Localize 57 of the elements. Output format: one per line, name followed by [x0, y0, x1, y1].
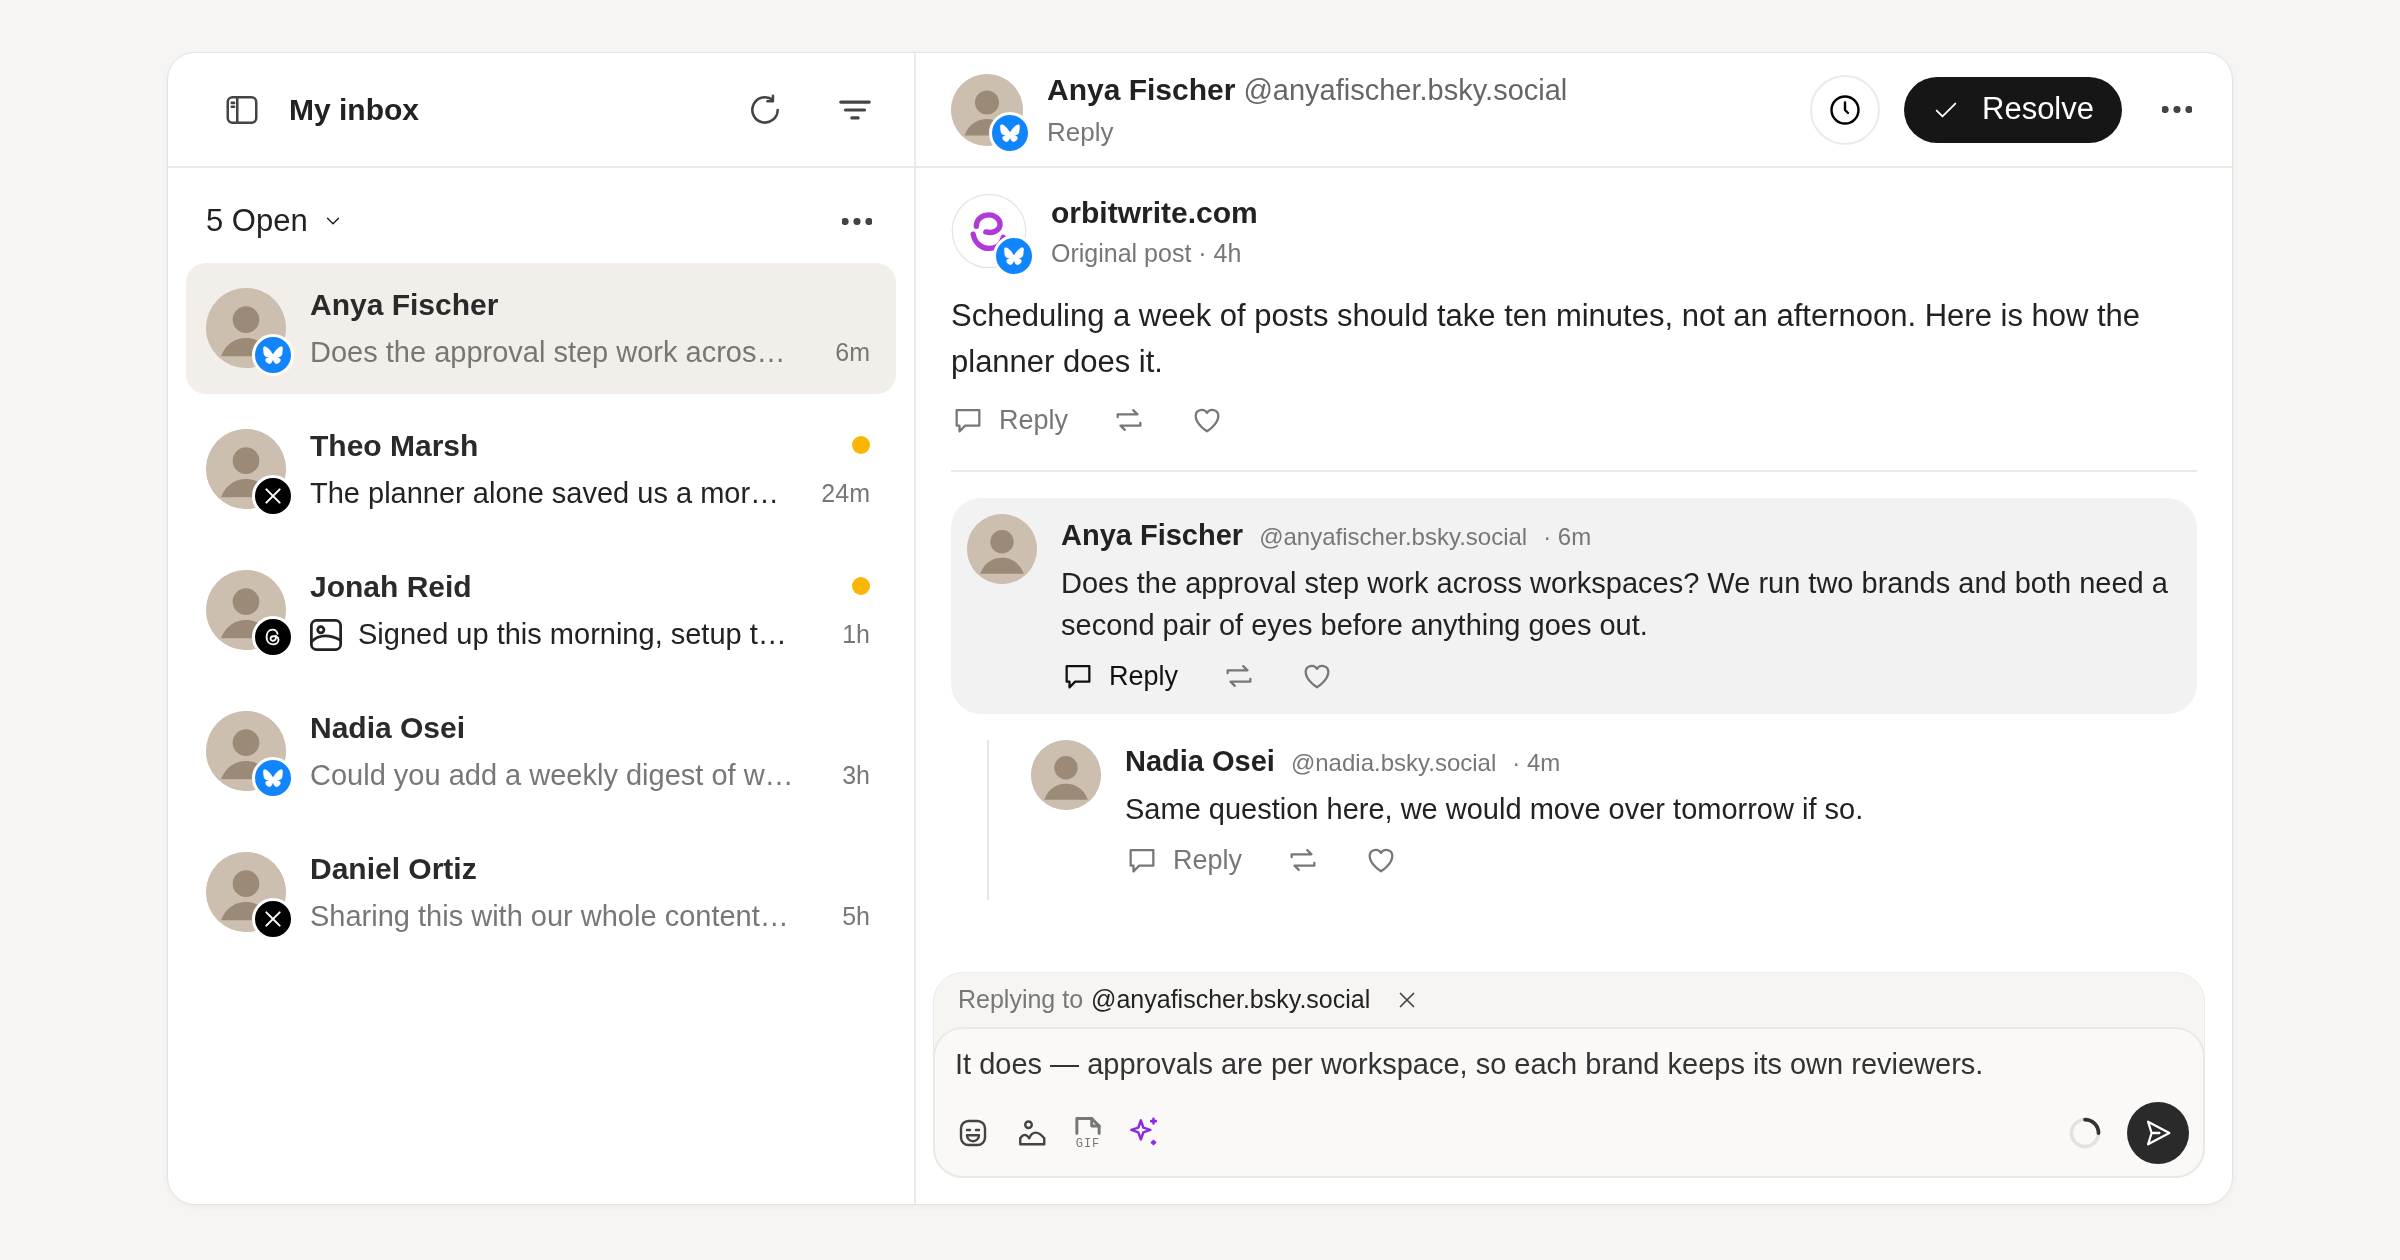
file-icon	[1075, 1116, 1101, 1136]
butterfly-icon	[261, 344, 285, 366]
replying-to-handle: @anyafischer.bsky.social	[1091, 984, 1371, 1015]
conversation-item[interactable]: Jonah Reid Signed up this morning, setup t… 1h	[186, 544, 896, 676]
commenter-handle: @anyafischer.bsky.social	[1259, 522, 1528, 552]
message-time: 3h	[842, 759, 870, 791]
x-logo-icon	[263, 909, 283, 929]
comment-text: Same question here, we would move over tomorrow if so.	[1125, 791, 1865, 827]
message-preview: Signed up this morning, setup t…	[358, 616, 788, 652]
message-preview: Does the approval step work acros…	[310, 334, 787, 370]
commenter-name: Anya Fischer	[1061, 518, 1244, 553]
butterfly-icon	[1002, 245, 1026, 268]
x-logo-icon	[263, 486, 283, 506]
butterfly-icon	[261, 767, 285, 789]
more-button[interactable]	[842, 217, 872, 225]
more-button[interactable]	[2162, 106, 2192, 113]
message-time: 24m	[821, 477, 870, 509]
comment-time: · 6m	[1543, 522, 1592, 552]
contact-name: Theo Marsh	[310, 427, 480, 464]
conversation-item[interactable]: Theo Marsh The planner alone saved us a mor… 24m	[186, 403, 896, 535]
author-name: orbitwrite.com	[1051, 195, 1258, 231]
post-text: Scheduling a week of posts should take ten minutes, not an afternoon. Here is how the planner does it.	[951, 296, 2142, 381]
conversation-item[interactable]: Nadia Osei Could you add a weekly digest of w… 3h	[186, 685, 896, 817]
contact-name: Nadia Osei	[310, 709, 467, 746]
message-time: 6m	[835, 336, 870, 368]
reply-input-field[interactable]: It does — approvals are per workspace, so each brand keeps its own reviewers. GIF	[933, 1026, 2205, 1178]
commenter-name: Nadia Osei	[1125, 744, 1275, 780]
status-filter-dropdown[interactable]: 5 Open	[206, 198, 344, 245]
message-preview: Could you add a weekly digest of w…	[310, 757, 795, 793]
message-time: 5h	[842, 900, 870, 932]
post-meta: Original post · 4h	[1051, 238, 1243, 269]
loading-spinner-icon	[2067, 1115, 2103, 1151]
conversation-item[interactable]: Daniel Ortiz Sharing this with our whole content… 5h	[186, 826, 896, 958]
reply-button[interactable]: Reply	[951, 399, 1069, 440]
contact-name: Daniel Ortiz	[310, 850, 478, 887]
reply-button[interactable]: Reply	[1125, 839, 1243, 881]
commenter-handle: @nadia.bsky.social	[1290, 748, 1497, 779]
contact-handle: @anyafischer.bsky.social	[1243, 73, 1568, 109]
gif-button[interactable]: GIF	[1075, 1116, 1101, 1150]
replying-to-label: Replying to	[958, 984, 1084, 1015]
reply-button[interactable]: Reply	[1061, 655, 1179, 697]
contact-name: Jonah Reid	[310, 568, 473, 605]
more-icon	[2162, 106, 2192, 113]
avatar	[1031, 740, 1101, 811]
resolve-button[interactable]: Resolve	[1904, 76, 2122, 143]
inbox-title: My inbox	[289, 92, 420, 128]
avatar	[967, 514, 1037, 584]
conversation-item[interactable]: Anya Fischer Does the approval step work acros… 6m	[186, 262, 896, 394]
comment-text: Does the approval step work across workspaces? We run two brands and both need a second pair of eyes before anything goes out.	[1061, 565, 2169, 643]
contact-name: Anya Fischer	[1047, 72, 1236, 109]
contact-name: Anya Fischer	[310, 286, 500, 323]
message-preview: Sharing this with our whole content…	[310, 898, 790, 934]
message-preview: The planner alone saved us a mor…	[310, 475, 781, 511]
more-icon	[842, 217, 872, 225]
conversation-type: Reply	[1047, 115, 1115, 149]
message-time: 1h	[842, 618, 870, 650]
comment-time: · 4m	[1512, 748, 1561, 779]
